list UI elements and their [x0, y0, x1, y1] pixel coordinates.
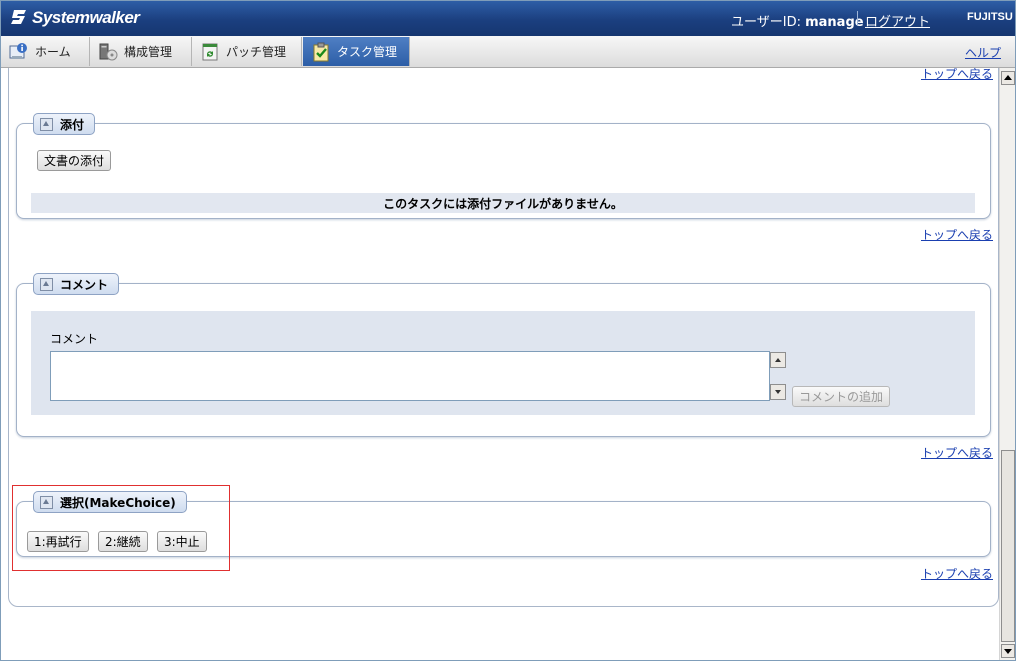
tab-task-management-label: タスク管理 [337, 45, 398, 59]
scroll-down-button[interactable] [1001, 644, 1015, 658]
systemwalker-logo: Systemwalker [11, 8, 140, 28]
collapse-up-icon [40, 117, 53, 131]
systemwalker-logo-icon [11, 10, 26, 24]
task-detail-panel: トップへ戻る 添付 文書の添付 このタスクには添付ファイルがありません。 トップ… [1, 68, 999, 660]
textarea-scroll-up-button[interactable] [770, 352, 786, 368]
comment-input-area: コメント コメントの追加 [31, 311, 975, 415]
user-id-label: ユーザーID: manage [731, 11, 864, 30]
comment-textarea[interactable] [50, 351, 770, 401]
arrow-down-icon [1004, 649, 1012, 654]
configuration-icon [98, 42, 118, 62]
comment-section: コメント コメント コメントの追加 [16, 273, 991, 437]
arrow-up-icon [775, 358, 781, 362]
home-info-icon [9, 42, 29, 62]
fujitsu-logo: FUJITSU [967, 11, 1013, 23]
tab-configuration[interactable]: 構成管理 [90, 37, 192, 66]
back-to-top-link[interactable]: トップへ戻る [921, 68, 993, 82]
back-to-top-link[interactable]: トップへ戻る [921, 444, 993, 461]
back-to-top-link[interactable]: トップへ戻る [921, 565, 993, 582]
page-scrollbar[interactable] [999, 68, 1015, 660]
task-checklist-icon [311, 42, 331, 62]
back-to-top-link[interactable]: トップへ戻る [921, 226, 993, 243]
arrow-down-icon [775, 390, 781, 394]
attach-document-button[interactable]: 文書の添付 [37, 150, 112, 171]
comment-section-title: コメント [60, 277, 109, 292]
tab-configuration-label: 構成管理 [124, 45, 173, 59]
patch-icon [200, 42, 220, 62]
highlight-box [12, 485, 230, 571]
scroll-up-button[interactable] [1001, 71, 1015, 85]
tab-home[interactable]: ホーム [1, 37, 90, 66]
arrow-up-icon [1004, 75, 1012, 80]
help-link[interactable]: ヘルプ [965, 44, 1001, 61]
main-tab-bar: ホーム 構成管理 パッチ管理 タスク管理 ヘルプ [1, 36, 1015, 68]
attachments-section-title: 添付 [60, 117, 85, 132]
header-bar: Systemwalker ユーザーID: manage ログアウト FUJITS… [1, 1, 1015, 36]
logo-text: Systemwalker [32, 8, 140, 27]
tab-patch[interactable]: パッチ管理 [192, 37, 302, 66]
collapse-up-icon [40, 277, 53, 291]
logout-link[interactable]: ログアウト [865, 11, 930, 30]
no-attachments-message: このタスクには添付ファイルがありません。 [31, 193, 975, 213]
tab-patch-label: パッチ管理 [226, 45, 287, 59]
attachments-section-header[interactable]: 添付 [33, 113, 96, 135]
user-id-value: manage [805, 15, 864, 30]
add-comment-button[interactable]: コメントの追加 [792, 386, 891, 407]
scroll-thumb[interactable] [1001, 450, 1015, 642]
tab-task-management[interactable]: タスク管理 [303, 37, 410, 66]
textarea-scroll-down-button[interactable] [770, 384, 786, 400]
attachments-section: 添付 文書の添付 このタスクには添付ファイルがありません。 [16, 113, 991, 219]
header-divider [857, 11, 858, 26]
tab-home-label: ホーム [35, 45, 71, 59]
comment-section-header[interactable]: コメント [33, 273, 120, 295]
comment-field-label: コメント [50, 332, 99, 346]
app-window: Systemwalker ユーザーID: manage ログアウト FUJITS… [0, 0, 1016, 661]
user-id-prefix: ユーザーID: [731, 15, 806, 30]
